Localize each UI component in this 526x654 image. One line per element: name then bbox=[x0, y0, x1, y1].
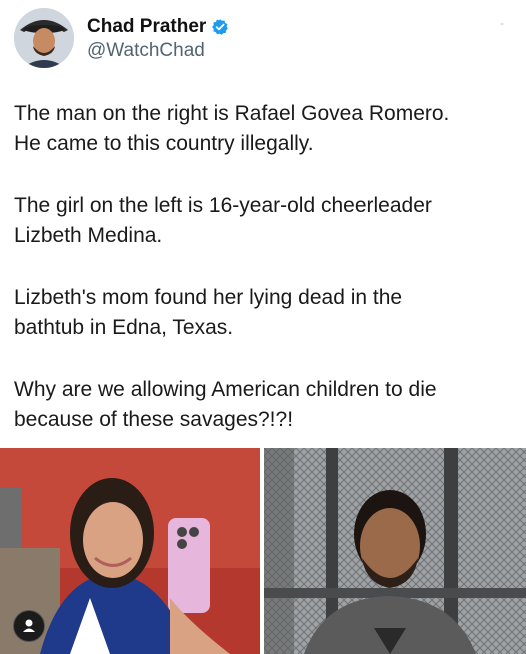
left-photo[interactable] bbox=[0, 448, 260, 654]
author-name-row: Chad Prather bbox=[87, 16, 229, 38]
post-paragraph: The man on the right is Rafael Govea Rom… bbox=[14, 102, 450, 155]
right-photo[interactable] bbox=[264, 448, 526, 654]
author-handle[interactable]: @WatchChad bbox=[87, 40, 205, 62]
post-text: The man on the right is Rafael Govea Rom… bbox=[14, 99, 514, 467]
post-header: Chad Prather @WatchChad - bbox=[14, 8, 514, 70]
user-icon bbox=[23, 619, 35, 632]
author-name[interactable]: Chad Prather bbox=[87, 16, 206, 38]
post-media bbox=[0, 448, 526, 654]
post-paragraph: Lizbeth's mom found her lying dead in th… bbox=[14, 286, 403, 339]
verified-badge-icon bbox=[212, 19, 229, 35]
more-options-icon[interactable]: - bbox=[484, 16, 504, 32]
post-paragraph: The girl on the left is 16-year-old chee… bbox=[14, 194, 432, 247]
user-tag-button[interactable] bbox=[13, 610, 45, 642]
post-paragraph: Why are we allowing American children to… bbox=[14, 378, 437, 431]
author-avatar[interactable] bbox=[14, 8, 74, 68]
avatar-photo-icon bbox=[14, 8, 74, 68]
man-mugshot-photo-icon bbox=[264, 448, 526, 654]
